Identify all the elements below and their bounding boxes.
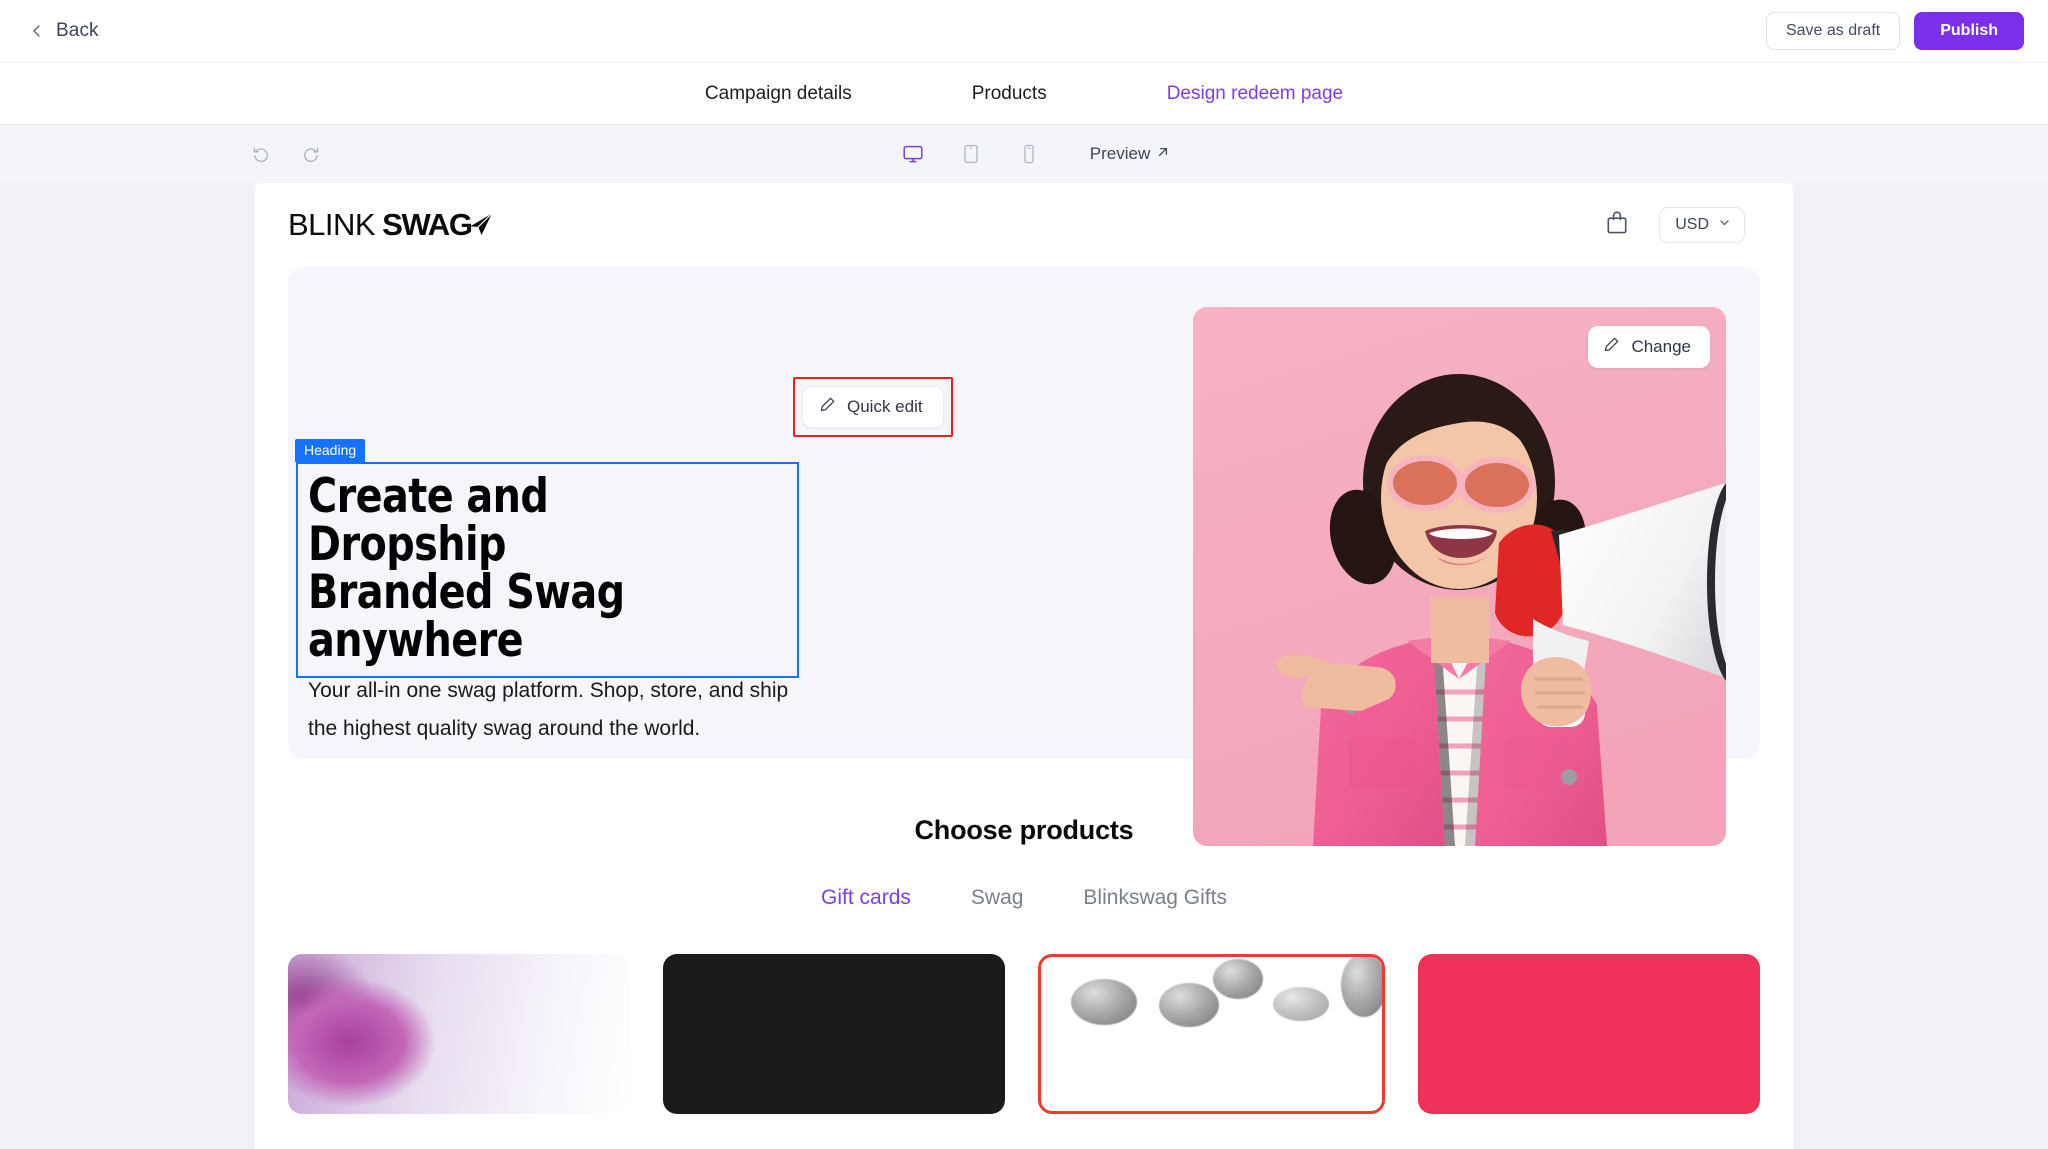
tab-campaign-details[interactable]: Campaign details (645, 83, 912, 105)
quick-edit-button[interactable]: Quick edit (802, 386, 944, 428)
hero-title-line-1: Create and Dropship (308, 469, 549, 572)
product-tab-blinkswag-gifts[interactable]: Blinkswag Gifts (1053, 886, 1257, 910)
external-link-arrow-icon (1156, 144, 1170, 164)
redo-icon[interactable] (298, 141, 324, 167)
currency-value: USD (1675, 216, 1709, 233)
hero-image-slot: Change (1193, 307, 1726, 846)
product-card-grid (255, 954, 1793, 1114)
top-bar-actions: Save as draft Publish (1765, 12, 2024, 50)
heading-editable-box[interactable]: Create and Dropship Branded Swag anywher… (296, 462, 799, 678)
store-header-actions: USD (1605, 207, 1745, 243)
quick-edit-highlight: Quick edit (793, 377, 953, 437)
selection-badge: Heading (295, 439, 366, 462)
editor-toolbar: Preview (0, 125, 2048, 183)
pencil-icon (1603, 336, 1620, 358)
hero-subtitle: Your all-in one swag platform. Shop, sto… (308, 679, 789, 740)
product-category-tabs: Gift cards Swag Blinkswag Gifts (255, 886, 1793, 910)
preview-label: Preview (1089, 144, 1151, 163)
history-controls (248, 141, 324, 167)
heading-selection[interactable]: Heading Create and Dropship Branded Swag… (295, 439, 799, 678)
tab-products[interactable]: Products (912, 83, 1107, 105)
hero-section: Quick edit Heading Create and Dropship B… (288, 267, 1760, 846)
publish-button[interactable]: Publish (1914, 12, 2024, 50)
shopping-bag-icon[interactable] (1605, 210, 1629, 240)
choose-products-section: Choose products Gift cards Swag Blinkswa… (255, 815, 1793, 1114)
device-preview-controls: Preview (898, 139, 1170, 169)
hero-content: Quick edit Heading Create and Dropship B… (288, 267, 1098, 759)
preview-button[interactable]: Preview (1090, 144, 1170, 164)
blinkswag-logo: BLINK SWAG (288, 207, 494, 243)
chevron-left-icon (30, 24, 44, 38)
top-bar: Back Save as draft Publish (0, 0, 2048, 63)
product-card-black[interactable] (662, 954, 1005, 1114)
hero-title-line-2: Branded Swag anywhere (308, 564, 625, 668)
product-card-rose[interactable] (288, 954, 630, 1114)
canvas-viewport: BLINK SWAG USD Quick edit Heading Create… (0, 183, 2048, 1149)
tab-design-redeem-page[interactable]: Design redeem page (1107, 83, 1403, 105)
paper-plane-icon (468, 209, 494, 245)
product-tab-gift-cards[interactable]: Gift cards (791, 886, 941, 910)
store-header: BLINK SWAG USD (255, 183, 1793, 267)
woman-with-megaphone-photo[interactable]: Change (1193, 307, 1726, 846)
desktop-icon[interactable] (898, 139, 928, 169)
logo-text-secondary: SWAG (382, 207, 473, 242)
chevron-down-icon (1718, 216, 1731, 234)
back-button[interactable]: Back (28, 16, 103, 46)
change-label: Change (1631, 337, 1691, 356)
currency-selector[interactable]: USD (1659, 207, 1745, 243)
page-tab-bar: Campaign details Products Design redeem … (0, 63, 2048, 125)
product-card-white-mugs[interactable] (1037, 954, 1386, 1114)
undo-icon[interactable] (248, 141, 274, 167)
quick-edit-label: Quick edit (847, 397, 923, 416)
mobile-icon[interactable] (1014, 139, 1044, 169)
change-image-button[interactable]: Change (1588, 326, 1710, 368)
redeem-page-canvas: BLINK SWAG USD Quick edit Heading Create… (255, 183, 1793, 1149)
product-card-pink[interactable] (1418, 954, 1760, 1114)
product-tab-swag[interactable]: Swag (941, 886, 1054, 910)
tablet-icon[interactable] (956, 139, 986, 169)
save-as-draft-button[interactable]: Save as draft (1765, 12, 1901, 50)
logo-text-primary: BLINK (288, 207, 376, 242)
pencil-icon (819, 396, 836, 418)
back-label: Back (56, 20, 99, 41)
